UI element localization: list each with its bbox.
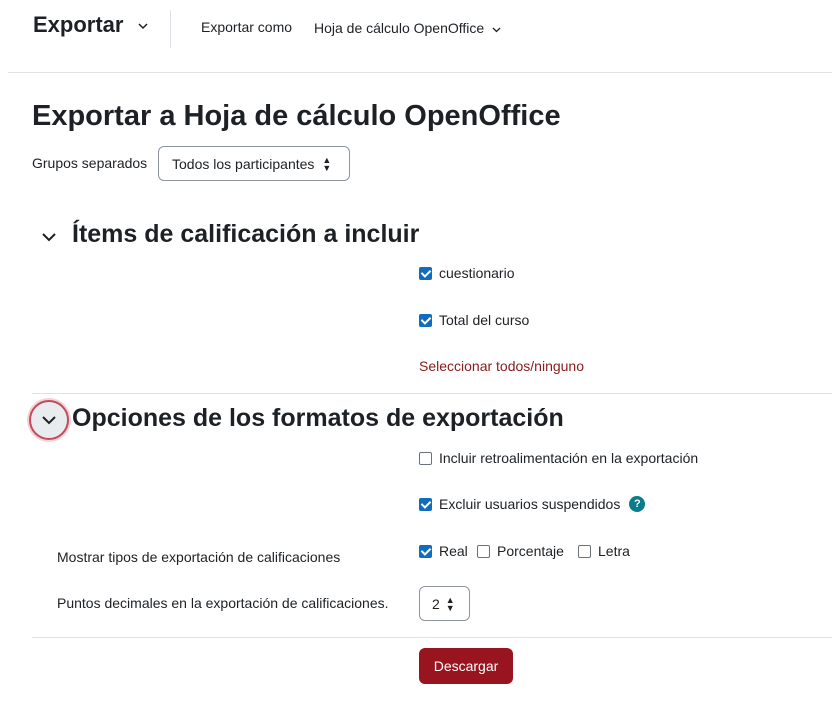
- download-button[interactable]: Descargar: [419, 648, 513, 684]
- section-title-options[interactable]: Opciones de los formatos de exportación: [72, 404, 564, 433]
- checkbox-row-letter[interactable]: Letra: [578, 543, 630, 559]
- checkbox-label: Letra: [598, 543, 630, 559]
- export-format-label: Hoja de cálculo OpenOffice: [314, 20, 485, 36]
- groups-select-value: Todos los participantes: [172, 155, 315, 172]
- checkbox-label: Incluir retroalimentación en la exportac…: [439, 450, 699, 466]
- section-divider: [32, 393, 832, 394]
- checkbox-label: cuestionario: [439, 265, 515, 281]
- checkbox-row-exclude-suspended[interactable]: Excluir usuarios suspendidos ?: [419, 496, 646, 512]
- checkbox-cuestionario[interactable]: [419, 266, 432, 280]
- checkbox-label: Excluir usuarios suspendidos: [439, 496, 621, 512]
- chevron-down-icon[interactable]: [40, 228, 58, 246]
- help-icon[interactable]: ?: [629, 496, 646, 512]
- export-menu[interactable]: Exportar: [33, 12, 148, 38]
- updown-arrows-icon: ▲ ▼: [445, 594, 455, 613]
- form-divider: [32, 637, 832, 638]
- section-title-items[interactable]: Ítems de calificación a incluir: [72, 220, 419, 249]
- decimal-points-label: Puntos decimales en la exportación de ca…: [57, 595, 389, 611]
- checkbox-label: Real: [439, 543, 468, 559]
- checkbox-total-course[interactable]: [419, 313, 432, 327]
- checkbox-real[interactable]: [419, 544, 432, 558]
- checkbox-row-total-course[interactable]: Total del curso: [419, 312, 529, 328]
- select-all-none-link[interactable]: Seleccionar todos/ninguno: [419, 358, 584, 374]
- checkbox-label: Porcentaje: [497, 543, 564, 559]
- checkbox-row-real[interactable]: Real: [419, 543, 468, 559]
- checkbox-row-cuestionario[interactable]: cuestionario: [419, 265, 515, 281]
- checkbox-exclude-suspended[interactable]: [419, 497, 432, 511]
- chevron-down-icon: [42, 416, 56, 425]
- checkbox-label: Total del curso: [439, 312, 530, 328]
- groups-label: Grupos separados: [32, 155, 148, 171]
- page-title: Exportar a Hoja de cálculo OpenOffice: [32, 100, 561, 132]
- collapse-section-button[interactable]: [29, 400, 69, 440]
- checkbox-row-percentage[interactable]: Porcentaje: [477, 543, 564, 559]
- checkbox-percentage[interactable]: [477, 544, 490, 558]
- display-types-label: Mostrar tipos de exportación de califica…: [57, 549, 341, 565]
- decimal-points-select[interactable]: 2 ▲ ▼: [419, 586, 470, 621]
- chevron-down-icon: [138, 19, 148, 33]
- export-menu-label: Exportar: [33, 12, 124, 37]
- checkbox-letter[interactable]: [578, 544, 591, 558]
- updown-arrows-icon: ▲ ▼: [322, 154, 332, 173]
- checkbox-include-feedback[interactable]: [419, 451, 432, 465]
- checkbox-row-include-feedback[interactable]: Incluir retroalimentación en la exportac…: [419, 450, 698, 466]
- divider: [170, 10, 171, 48]
- groups-select[interactable]: Todos los participantes ▲ ▼: [158, 146, 350, 181]
- export-format-dropdown[interactable]: Hoja de cálculo OpenOffice: [314, 20, 501, 36]
- chevron-down-icon: [492, 20, 501, 36]
- export-as-label: Exportar como: [201, 19, 293, 35]
- decimal-points-value: 2: [432, 595, 440, 612]
- header-divider: [8, 72, 832, 73]
